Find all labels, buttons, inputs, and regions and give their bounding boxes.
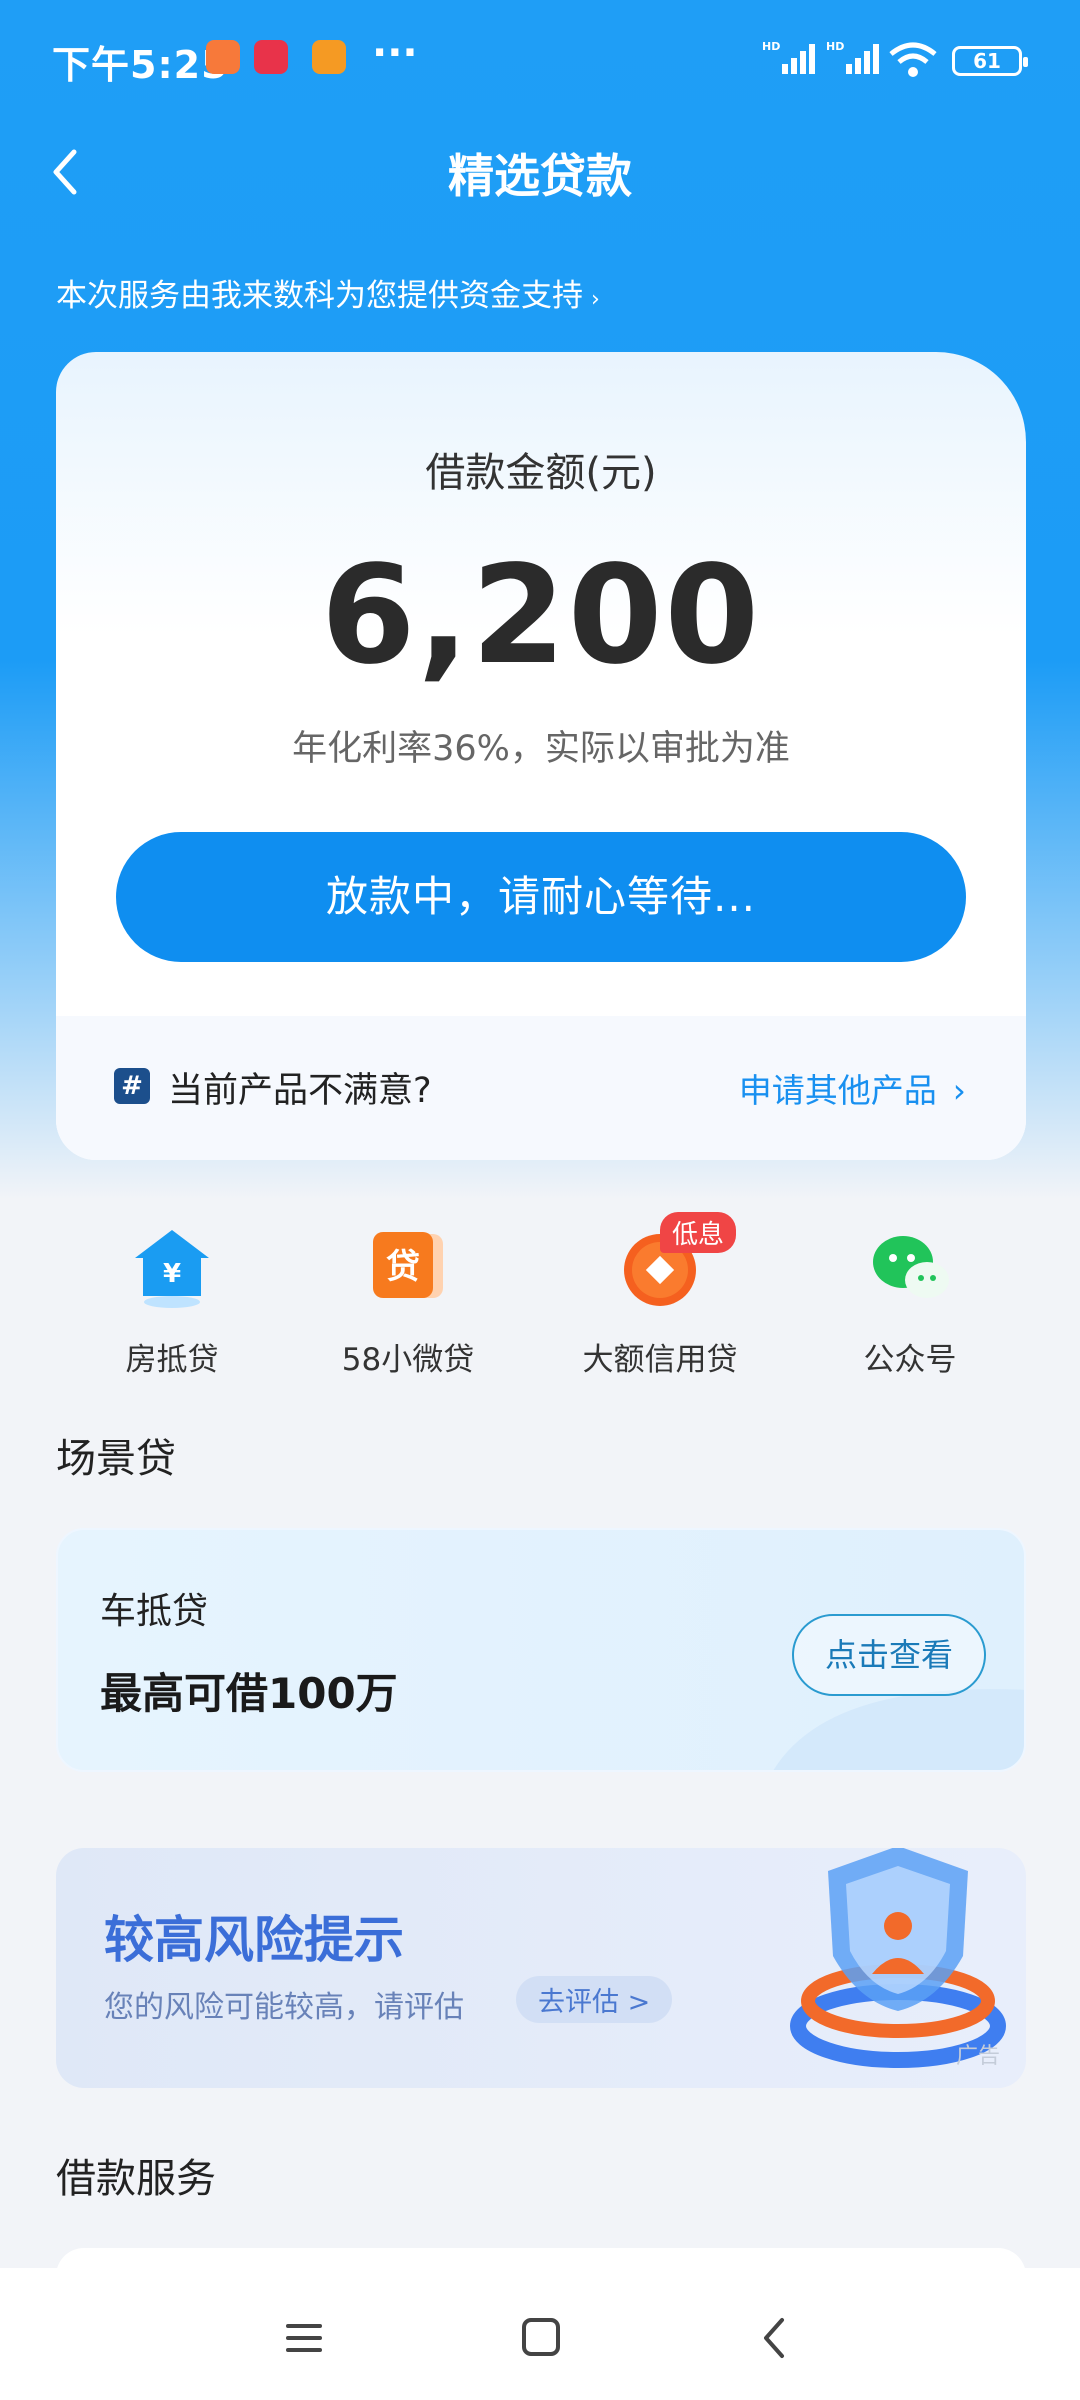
status-time: 下午5:25: [52, 43, 229, 87]
signal-icon: HD: [762, 40, 815, 74]
risk-title: 较高风险提示: [104, 1911, 404, 1969]
wechat-icon: [867, 1224, 953, 1310]
nav-bar: 精选贷款: [0, 120, 1080, 220]
car-loan-card[interactable]: 车抵贷 最高可借100万 点击查看: [56, 1528, 1026, 1772]
quick-link-label: 大额信用贷: [582, 1342, 738, 1378]
system-nav-bar: [0, 2268, 1080, 2400]
provider-link[interactable]: 本次服务由我来数科为您提供资金支持 ›: [56, 270, 600, 315]
hash-icon: #: [114, 1068, 150, 1104]
provider-arrow-icon: ›: [591, 287, 600, 312]
loan-icon: 贷: [365, 1224, 451, 1310]
amount-label: 借款金额(元): [425, 450, 657, 496]
quick-link-58-micro-loan[interactable]: 贷 58小微贷: [288, 1210, 528, 1379]
svg-text:HD: HD: [762, 40, 780, 53]
quick-links: ¥ 房抵贷 贷 58小微贷 大额信用贷 低息 公众号: [0, 1210, 1080, 1390]
taobao-app-icon: [206, 40, 240, 74]
search-app-icon: [254, 40, 288, 74]
battery-icon: 61: [952, 46, 1028, 76]
wifi-icon: [889, 42, 937, 77]
low-interest-badge: 低息: [660, 1212, 737, 1253]
smile-app-icon: [312, 40, 346, 74]
risk-warning-ad[interactable]: 较高风险提示 您的风险可能较高，请评估 去评估 > 广告: [56, 1848, 1026, 2088]
home-icon[interactable]: [510, 2308, 570, 2368]
quick-link-label: 58小微贷: [341, 1342, 475, 1378]
scene-loan-heading: 场景贷: [56, 1436, 176, 1482]
loan-amount: 6,200: [320, 537, 762, 695]
view-details-button[interactable]: 点击查看: [792, 1614, 986, 1696]
svg-text:HD: HD: [826, 40, 844, 53]
house-icon: ¥: [129, 1224, 215, 1310]
apply-other-products-link[interactable]: 申请其他产品 ›: [739, 1064, 966, 1112]
car-loan-title: 车抵贷: [100, 1591, 209, 1632]
loan-services-heading: 借款服务: [56, 2156, 216, 2202]
quick-link-official-account[interactable]: 公众号: [790, 1210, 1030, 1379]
unsatisfied-text: 当前产品不满意?: [168, 1071, 432, 1111]
card-footer: # 当前产品不满意? 申请其他产品 ›: [56, 1016, 1026, 1160]
car-loan-max: 最高可借100万: [100, 1669, 398, 1718]
chevron-right-icon: ›: [952, 1071, 966, 1110]
quick-link-label: 公众号: [863, 1342, 957, 1378]
rate-text: 年化利率36%，实际以审批为准: [292, 729, 790, 769]
evaluate-button[interactable]: 去评估 >: [516, 1976, 673, 2023]
page-title: 精选贷款: [448, 149, 632, 203]
apply-other-label: 申请其他产品: [738, 1071, 937, 1110]
more-notifications-icon: ···: [372, 30, 418, 76]
loan-card: 借款金额(元) 6,200 年化利率36%，实际以审批为准 放款中，请耐心等待.…: [56, 352, 1026, 1160]
provider-text: 本次服务由我来数科为您提供资金支持: [56, 278, 583, 314]
ad-tag: 广告: [956, 2044, 1001, 2069]
loan-icon-glyph: 贷: [386, 1247, 420, 1287]
quick-link-label: 房抵贷: [125, 1342, 219, 1378]
status-bar: 下午5:25 ··· HD HD 61: [0, 0, 1080, 120]
house-icon-glyph: ¥: [163, 1259, 181, 1289]
menu-icon[interactable]: [274, 2308, 334, 2368]
system-back-icon[interactable]: [746, 2308, 806, 2368]
signal-2-icon: HD: [826, 40, 879, 74]
risk-subtitle: 您的风险可能较高，请评估: [104, 1990, 464, 2025]
quick-link-house-loan[interactable]: ¥ 房抵贷: [52, 1210, 292, 1379]
disbursing-button[interactable]: 放款中，请耐心等待...: [116, 832, 966, 962]
